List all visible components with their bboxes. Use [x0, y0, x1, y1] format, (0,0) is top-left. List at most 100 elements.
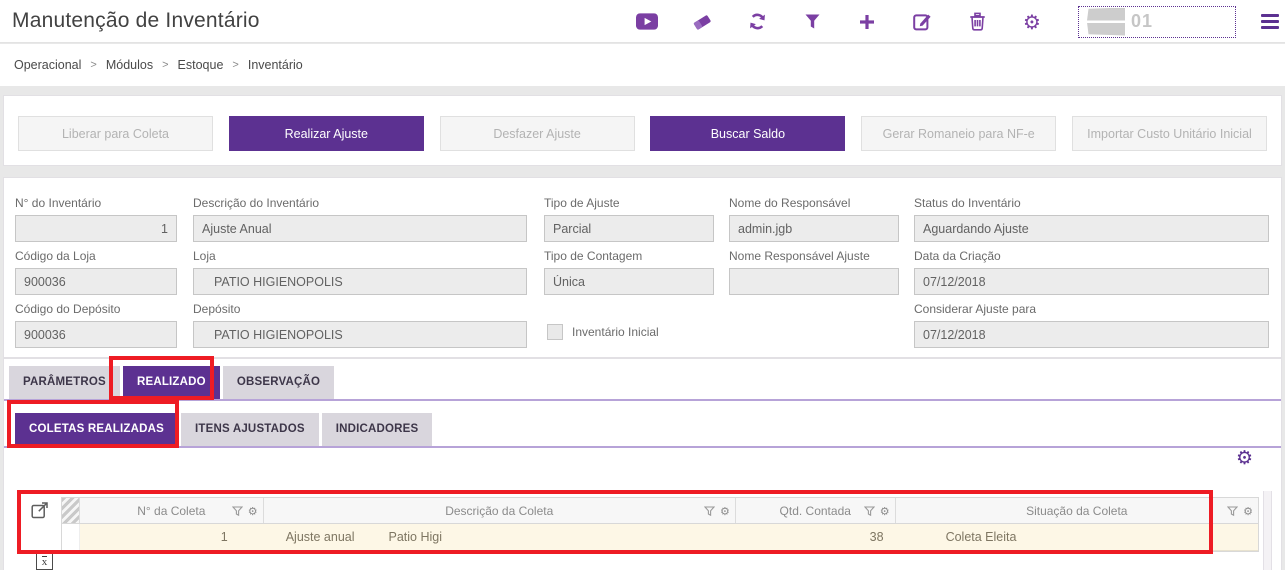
- grid-settings-icon[interactable]: ⚙: [1236, 449, 1253, 469]
- field-label: Tipo de Ajuste: [544, 196, 620, 210]
- tab-observacao[interactable]: OBSERVAÇÃO: [222, 366, 335, 399]
- export-excel-icon[interactable]: x: [36, 553, 53, 570]
- tab-coletas-realizadas[interactable]: COLETAS REALIZADAS: [15, 413, 178, 446]
- open-in-window-icon[interactable]: [31, 501, 49, 519]
- eraser-icon[interactable]: [691, 11, 713, 33]
- grid-data-row[interactable]: 1 Ajuste anual Patio Higi 38 Coleta Elei…: [62, 524, 1258, 551]
- record-count-value: 01: [1131, 11, 1154, 31]
- breadcrumb-item-modulos[interactable]: Módulos: [106, 58, 153, 72]
- field-tipo-contagem: Tipo de Contagem: [544, 249, 714, 295]
- importar-custo-button[interactable]: Importar Custo Unitário Inicial: [1071, 116, 1267, 151]
- main-tabs: PARÂMETROS REALIZADO OBSERVAÇÃO: [9, 366, 335, 399]
- buscar-saldo-button[interactable]: Buscar Saldo: [650, 116, 846, 151]
- field-inventario-inicial: Inventário Inicial: [547, 324, 659, 340]
- field-considerar-ajuste-para: Considerar Ajuste para: [914, 302, 1269, 348]
- add-icon[interactable]: [856, 11, 878, 33]
- tipo-contagem-input[interactable]: [544, 268, 714, 295]
- column-settings-icon[interactable]: ⚙: [248, 506, 258, 517]
- field-num-inventario: N° do Inventário: [15, 196, 177, 242]
- breadcrumb: Operacional > Módulos > Estoque > Invent…: [14, 58, 303, 72]
- field-tipo-ajuste: Tipo de Ajuste: [544, 196, 714, 242]
- row-handle: [62, 524, 80, 550]
- column-filter-icon[interactable]: [863, 505, 875, 517]
- delete-icon[interactable]: [966, 11, 988, 33]
- edit-icon[interactable]: [911, 11, 933, 33]
- column-filter-icon[interactable]: [1227, 505, 1239, 517]
- breadcrumb-item-operacional[interactable]: Operacional: [14, 58, 81, 72]
- field-label: Nome do Responsável: [729, 196, 851, 210]
- nome-responsavel-ajuste-input[interactable]: [729, 268, 899, 295]
- breadcrumb-item-inventario[interactable]: Inventário: [248, 58, 303, 72]
- column-filter-icon[interactable]: [231, 505, 243, 517]
- field-codigo-deposito: Código do Depósito: [15, 302, 177, 348]
- inventario-inicial-checkbox[interactable]: [547, 324, 563, 340]
- refresh-icon[interactable]: [746, 11, 768, 33]
- record-badge-logo-icon: [1087, 7, 1125, 36]
- tab-itens-ajustados[interactable]: ITENS AJUSTADOS: [181, 413, 319, 446]
- inventario-inicial-label: Inventário Inicial: [572, 325, 659, 339]
- column-header-num-coleta[interactable]: N° da Coleta ⚙: [80, 498, 264, 523]
- desfazer-ajuste-button[interactable]: Desfazer Ajuste: [439, 116, 635, 151]
- field-label: Data da Criação: [914, 249, 1001, 263]
- num-inventario-input[interactable]: [15, 215, 177, 242]
- tipo-ajuste-input[interactable]: [544, 215, 714, 242]
- status-inventario-input[interactable]: [914, 215, 1269, 242]
- liberar-para-coleta-button[interactable]: Liberar para Coleta: [18, 116, 213, 151]
- details-panel: PARÂMETROS REALIZADO OBSERVAÇÃO COLETAS …: [3, 358, 1282, 570]
- grid-vertical-scrollbar[interactable]: [1263, 491, 1272, 570]
- tab-indicadores[interactable]: INDICADORES: [321, 413, 433, 446]
- main-tabs-underline: [4, 399, 1281, 401]
- field-label: Depósito: [193, 302, 241, 316]
- field-loja: Loja: [193, 249, 527, 295]
- column-settings-icon[interactable]: ⚙: [1243, 506, 1253, 517]
- deposito-input[interactable]: [193, 321, 527, 348]
- descricao-inventario-input[interactable]: [193, 215, 527, 242]
- toolbar: ⚙ 01: [636, 0, 1279, 43]
- column-settings-icon[interactable]: ⚙: [880, 506, 890, 517]
- grid-header-row: N° da Coleta ⚙ Descrição da Coleta ⚙ Qtd…: [62, 498, 1258, 524]
- cell-qtd-contada: 38: [869, 530, 884, 544]
- actions-panel: Liberar para Coleta Realizar Ajuste Desf…: [3, 95, 1282, 166]
- tab-parametros[interactable]: PARÂMETROS: [9, 366, 120, 399]
- loja-input[interactable]: [193, 268, 527, 295]
- field-label: Loja: [193, 249, 216, 263]
- breadcrumb-separator: >: [232, 59, 239, 71]
- field-label: Nome Responsável Ajuste: [729, 249, 870, 263]
- codigo-loja-input[interactable]: [15, 268, 177, 295]
- field-label: Descrição do Inventário: [193, 196, 320, 210]
- inventory-form-panel: N° do Inventário Descrição do Inventário…: [3, 177, 1282, 358]
- field-nome-responsavel: Nome do Responsável: [729, 196, 899, 242]
- video-play-icon[interactable]: [636, 11, 658, 33]
- cell-situacao-coleta: Coleta Eleita: [945, 530, 1017, 544]
- row-handle-header: [62, 498, 80, 523]
- record-count-badge[interactable]: 01: [1078, 5, 1236, 38]
- cell-descricao-coleta: Ajuste anual Patio Higi: [285, 530, 443, 544]
- column-header-situacao-coleta[interactable]: Situação da Coleta ⚙: [896, 498, 1258, 523]
- field-label: Tipo de Contagem: [544, 249, 643, 263]
- menu-icon[interactable]: [1261, 14, 1279, 29]
- data-criacao-input[interactable]: [914, 268, 1269, 295]
- column-header-descricao-coleta[interactable]: Descrição da Coleta ⚙: [264, 498, 736, 523]
- field-codigo-loja: Código da Loja: [15, 249, 177, 295]
- breadcrumb-separator: >: [90, 59, 97, 71]
- coletas-grid: N° da Coleta ⚙ Descrição da Coleta ⚙ Qtd…: [61, 497, 1259, 552]
- field-descricao-inventario: Descrição do Inventário: [193, 196, 527, 242]
- field-label: N° do Inventário: [15, 196, 102, 210]
- settings-icon[interactable]: ⚙: [1021, 11, 1043, 33]
- tab-realizado[interactable]: REALIZADO: [122, 366, 220, 399]
- column-settings-icon[interactable]: ⚙: [720, 506, 730, 517]
- column-filter-icon[interactable]: [703, 505, 715, 517]
- field-deposito: Depósito: [193, 302, 527, 348]
- codigo-deposito-input[interactable]: [15, 321, 177, 348]
- realizar-ajuste-button[interactable]: Realizar Ajuste: [228, 116, 424, 151]
- breadcrumb-item-estoque[interactable]: Estoque: [178, 58, 224, 72]
- nome-responsavel-input[interactable]: [729, 215, 899, 242]
- breadcrumb-separator: >: [162, 59, 169, 71]
- considerar-ajuste-para-input[interactable]: [914, 321, 1269, 348]
- field-label: Status do Inventário: [914, 196, 1021, 210]
- field-label: Código do Depósito: [15, 302, 121, 316]
- gerar-romaneio-button[interactable]: Gerar Romaneio para NF-e: [861, 116, 1057, 151]
- inventory-maintenance-screen: Manutenção de Inventário ⚙ 01 Operaciona…: [0, 0, 1285, 570]
- column-header-qtd-contada[interactable]: Qtd. Contada ⚙: [736, 498, 896, 523]
- filter-icon[interactable]: [801, 11, 823, 33]
